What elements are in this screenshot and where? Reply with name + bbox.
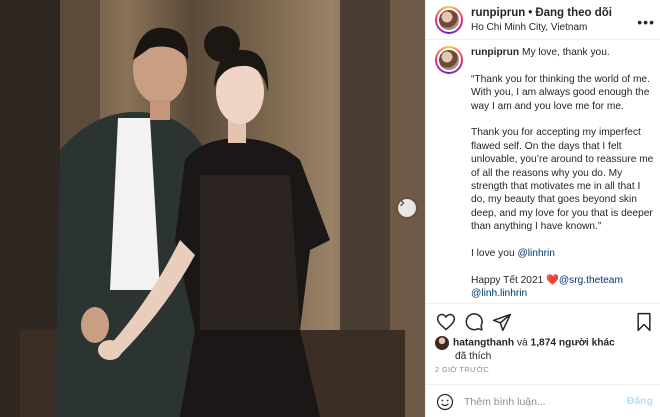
caption-paragraph: Thank you for accepting my imperfect fla… bbox=[471, 127, 654, 233]
mention-link[interactable]: @linh.linhrin bbox=[471, 288, 527, 299]
share-icon[interactable] bbox=[492, 312, 512, 332]
bookmark-icon[interactable] bbox=[634, 312, 654, 332]
caption-first-paragraph: runpiprun My love, thank you. bbox=[471, 46, 655, 59]
post-comment-button[interactable]: Đăng bbox=[627, 395, 653, 407]
likes-and: và bbox=[514, 337, 531, 349]
follow-button[interactable]: Đang theo dõi bbox=[535, 7, 612, 19]
heart-icon[interactable] bbox=[436, 312, 456, 332]
comment-icon[interactable] bbox=[464, 312, 484, 332]
caption-love-line: I love you @linhrin bbox=[471, 247, 655, 260]
location-link[interactable]: Ho Chi Minh City, Vietnam bbox=[471, 22, 587, 33]
mention-link[interactable]: @srg.theteam bbox=[559, 275, 623, 286]
caption-first-line: My love, thank you. bbox=[521, 47, 610, 58]
more-horizontal-icon[interactable]: ••• bbox=[637, 14, 655, 30]
comment-bar: Đăng bbox=[426, 384, 660, 417]
happy-text: Happy Tết 2021 bbox=[471, 274, 547, 286]
likes-line: hatangthanh và 1,874 người khác bbox=[435, 336, 655, 350]
chevron-right-icon bbox=[400, 199, 405, 207]
caption-body: runpiprun My love, thank you. “Thank you… bbox=[471, 46, 655, 301]
post-header: runpiprun • Đang theo dõi Ho Chi Minh City… bbox=[426, 0, 660, 40]
likes-suffix: đã thích bbox=[455, 351, 492, 362]
heart-emoji: ❤️ bbox=[546, 274, 559, 286]
next-photo-button[interactable] bbox=[398, 199, 416, 217]
caption: runpiprun My love, thank you. “Thank you… bbox=[426, 40, 660, 302]
comment-input[interactable] bbox=[464, 393, 614, 411]
header-line: runpiprun • Đang theo dõi bbox=[471, 7, 612, 19]
likes-summary: hatangthanh và 1,874 người khác đã thích bbox=[435, 336, 655, 363]
emoji-icon[interactable] bbox=[436, 393, 454, 411]
caption-paragraph: “Thank you for thinking the world of me.… bbox=[471, 73, 650, 112]
liker-avatar[interactable] bbox=[435, 336, 449, 350]
caption-last-line: @linh.linhrin bbox=[471, 287, 655, 300]
header-username[interactable]: runpiprun bbox=[471, 7, 525, 19]
post-panel: runpiprun • Đang theo dõi Ho Chi Minh City… bbox=[425, 0, 660, 417]
love-text: I love you bbox=[471, 248, 518, 260]
liker-username[interactable]: hatangthanh bbox=[453, 338, 514, 349]
avatar[interactable] bbox=[435, 6, 463, 34]
caption-username[interactable]: runpiprun bbox=[471, 47, 519, 58]
photo-scene bbox=[0, 0, 425, 417]
caption-avatar[interactable] bbox=[435, 46, 463, 74]
mention-link[interactable]: @linhrin bbox=[517, 248, 555, 259]
likes-others-link[interactable]: 1,874 người khác bbox=[531, 338, 615, 349]
post-photo[interactable] bbox=[0, 0, 425, 417]
caption-happy-line: Happy Tết 2021 ❤️@srg.theteam bbox=[471, 274, 655, 287]
separator-dot: • bbox=[528, 7, 533, 19]
action-bar bbox=[426, 303, 660, 337]
post-timestamp[interactable]: 2 GIỜ TRƯỚC bbox=[435, 365, 489, 374]
